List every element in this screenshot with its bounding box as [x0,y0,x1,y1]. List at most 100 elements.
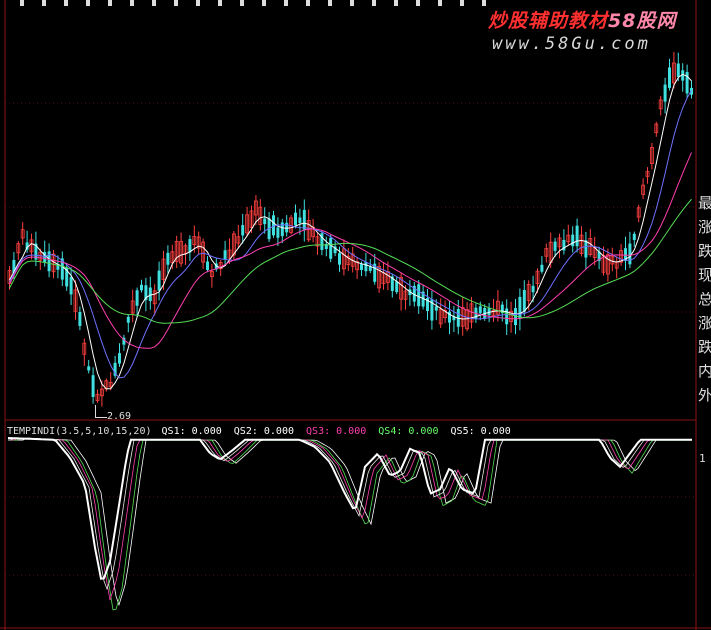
top-tick [20,0,24,6]
candle-body-down[interactable] [522,290,526,312]
candle-body-down[interactable] [135,290,139,306]
right-label-3: 现 [698,268,711,283]
watermark-title: 炒股辅助教材58股网 [488,6,676,33]
candle-body-down[interactable] [434,306,438,311]
indicator-name: TEMPINDI(3.5,5,10,15,20) [7,426,152,437]
top-tick [130,0,134,6]
candle-body-down[interactable] [223,250,227,260]
legend-qs5-label: QS5 [450,426,469,437]
candle-body-down[interactable] [329,237,333,259]
candle-body-down[interactable] [148,287,152,302]
candle-body-down[interactable] [78,311,82,326]
top-tick [482,0,486,6]
candle-body-down[interactable] [206,261,209,271]
candle-body-down[interactable] [188,239,192,253]
candle-body-down[interactable] [571,234,575,247]
candle-body-down[interactable] [272,215,275,236]
top-tick [284,0,288,6]
top-tick [306,0,310,6]
candle-body-down[interactable] [338,253,341,265]
candle-body-down[interactable] [302,209,306,230]
candle-body-down[interactable] [540,264,544,272]
top-tick [438,0,442,6]
top-tick [394,0,398,6]
top-tick [64,0,68,6]
legend-qs2: QS2: 0.000 [233,426,294,437]
candle-body-down[interactable] [87,366,91,371]
legend-qs1-value: 0.000 [191,426,222,437]
top-tick [372,0,376,6]
top-tick [174,0,178,6]
top-tick [218,0,222,6]
top-tick [416,0,420,6]
candle-body-down[interactable] [91,375,95,397]
top-tick [86,0,90,6]
candle-body-down[interactable] [118,353,121,364]
candle-body-down[interactable] [575,225,579,247]
candle-body-down[interactable] [632,233,636,241]
right-label-6: 跌 [698,340,711,355]
right-label-4: 总 [698,292,711,307]
top-tick [152,0,156,6]
legend-qs4-label: QS4 [378,426,397,437]
right-label-2: 跌 [698,244,711,259]
top-tick [42,0,46,6]
candle-body-down[interactable] [157,270,161,291]
candle-body-down[interactable] [276,227,280,238]
candle-body-down[interactable] [505,308,509,325]
top-tick [196,0,200,6]
candle-body-down[interactable] [663,84,667,102]
top-tick [240,0,244,6]
legend-qs5-value: 0.000 [480,426,511,437]
legend-qs5: QS5: 0.000 [450,426,511,437]
candle-body-down[interactable] [166,252,170,265]
candle-body-down[interactable] [298,217,302,224]
candle-body-down[interactable] [126,316,130,323]
legend-qs3: QS3: 0.000 [306,426,367,437]
legend-qs4-value: 0.000 [408,426,439,437]
candle-body-down[interactable] [360,264,363,270]
candle-body-down[interactable] [395,281,399,293]
legend-qs3-label: QS3 [306,426,325,437]
right-label-0: 最 [698,196,711,211]
top-tick [328,0,332,6]
candle-body-down[interactable] [676,63,680,77]
right-label-7: 内 [698,364,711,379]
top-tick [262,0,266,6]
top-tick [108,0,112,6]
candle-body-down[interactable] [478,306,482,314]
candle-body-down[interactable] [69,277,73,295]
candle-body-down[interactable] [531,285,535,293]
candle-body-down[interactable] [241,225,245,236]
legend-qs2-value: 0.000 [263,426,294,437]
right-label-1: 涨 [698,220,711,235]
top-tick [460,0,464,6]
low-price-label: 2.69 [107,411,132,422]
candle-body-down[interactable] [417,284,421,307]
watermark-url: www.58Gu.com [492,34,651,54]
low-marker-tick [95,405,96,417]
watermark-title-cn: 炒股辅助教材 [488,10,609,32]
chart-canvas[interactable] [0,0,711,630]
legend-qs1-label: QS1 [161,426,180,437]
candle-body-down[interactable] [628,243,632,265]
low-marker-line [95,417,107,418]
indicator-legend[interactable]: TEMPINDI(3.5,5,10,15,20) QS1: 0.000 QS2:… [7,426,517,438]
candle-body-down[interactable] [263,218,267,225]
indicator-scale-top: 1 [699,452,706,465]
legend-qs2-label: QS2 [233,426,252,437]
candle-body-down[interactable] [140,284,143,291]
legend-qs4: QS4: 0.000 [378,426,439,437]
top-tick [350,0,354,6]
legend-qs3-value: 0.000 [336,426,367,437]
right-label-5: 涨 [698,316,711,331]
candle-body-down[interactable] [668,67,671,88]
candle-body-down[interactable] [584,240,588,258]
watermark-title-site: 58股网 [608,10,677,32]
candle-body-down[interactable] [364,262,368,272]
stock-chart-window: 炒股辅助教材58股网 www.58Gu.com 2.69 TEMPINDI(3.… [0,0,711,630]
candle-body-down[interactable] [285,222,289,233]
candle-body-down[interactable] [294,212,297,226]
candle-body-down[interactable] [553,241,557,251]
candle-body-down[interactable] [518,296,522,319]
